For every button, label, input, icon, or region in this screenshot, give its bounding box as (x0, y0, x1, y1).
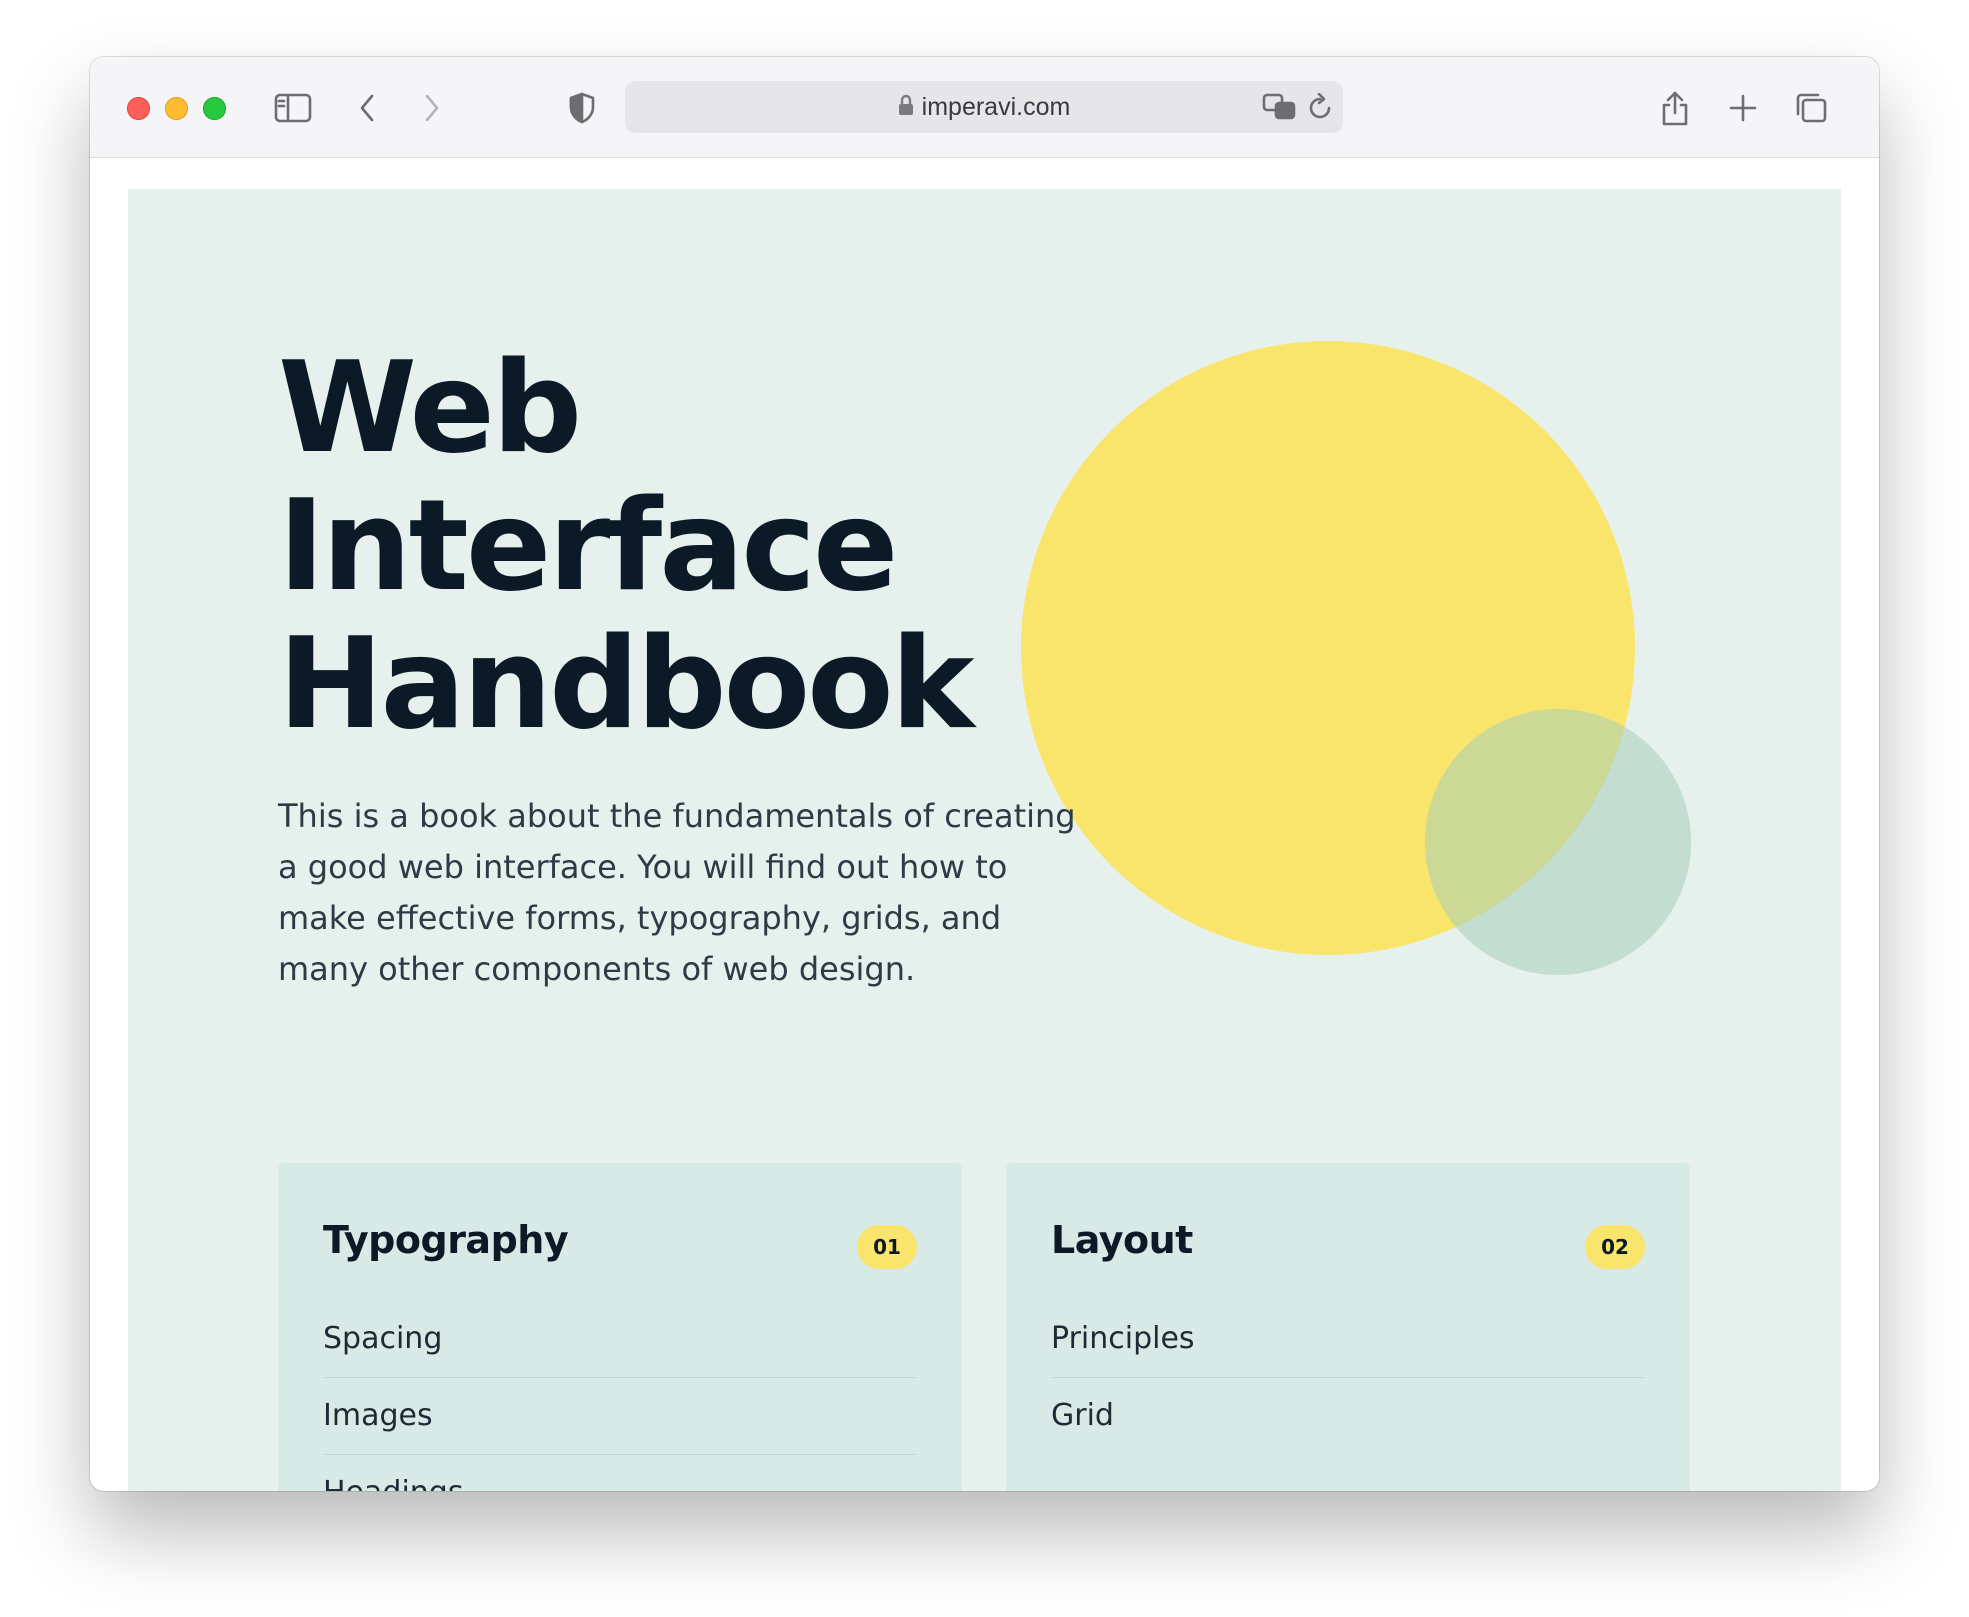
lock-icon (898, 82, 914, 134)
chapter-link-images[interactable]: Images (323, 1378, 917, 1455)
chapter-link-headings[interactable]: Headings (323, 1455, 917, 1491)
green-circle-decoration (1425, 709, 1691, 975)
hero-description: This is a book about the fundamentals of… (278, 797, 1076, 988)
url-text: imperavi.com (921, 93, 1071, 121)
browser-toolbar: imperavi.com (90, 57, 1879, 158)
chapter-card-typography: Typography 01 Spacing Images Headings (278, 1163, 962, 1491)
minimize-window-button[interactable] (165, 97, 188, 120)
chapter-list: Principles Grid (1051, 1301, 1645, 1454)
translate-icon[interactable] (1261, 87, 1297, 127)
shield-icon[interactable] (565, 88, 599, 128)
new-tab-icon[interactable] (1726, 88, 1760, 128)
chapter-number-badge: 02 (1585, 1225, 1645, 1269)
page-title: Web Interface Handbook (278, 334, 974, 757)
back-icon[interactable] (352, 88, 382, 128)
title-line-3: Handbook (278, 610, 974, 757)
maximize-window-button[interactable] (203, 97, 226, 120)
share-icon[interactable] (1657, 88, 1693, 128)
browser-window: imperavi.com Web Interface Handbook This… (90, 57, 1879, 1491)
chapter-card-layout: Layout 02 Principles Grid (1006, 1163, 1690, 1491)
sidebar-icon[interactable] (273, 88, 313, 128)
chapter-link-spacing[interactable]: Spacing (323, 1301, 917, 1378)
chapter-number-badge: 01 (857, 1225, 917, 1269)
card-title[interactable]: Typography (323, 1218, 569, 1262)
chapter-link-grid[interactable]: Grid (1051, 1378, 1645, 1454)
page-viewport: Web Interface Handbook This is a book ab… (90, 158, 1879, 1491)
chapter-list: Spacing Images Headings (323, 1301, 917, 1491)
forward-icon[interactable] (417, 88, 447, 128)
tabs-overview-icon[interactable] (1793, 88, 1829, 128)
title-line-2: Interface (278, 472, 898, 619)
close-window-button[interactable] (127, 97, 150, 120)
address-bar[interactable]: imperavi.com (625, 81, 1343, 133)
reload-icon[interactable] (1305, 87, 1335, 127)
chapter-link-principles[interactable]: Principles (1051, 1301, 1645, 1378)
title-line-1: Web (278, 334, 582, 481)
hero-section: Web Interface Handbook This is a book ab… (128, 189, 1841, 1491)
card-title[interactable]: Layout (1051, 1218, 1193, 1262)
